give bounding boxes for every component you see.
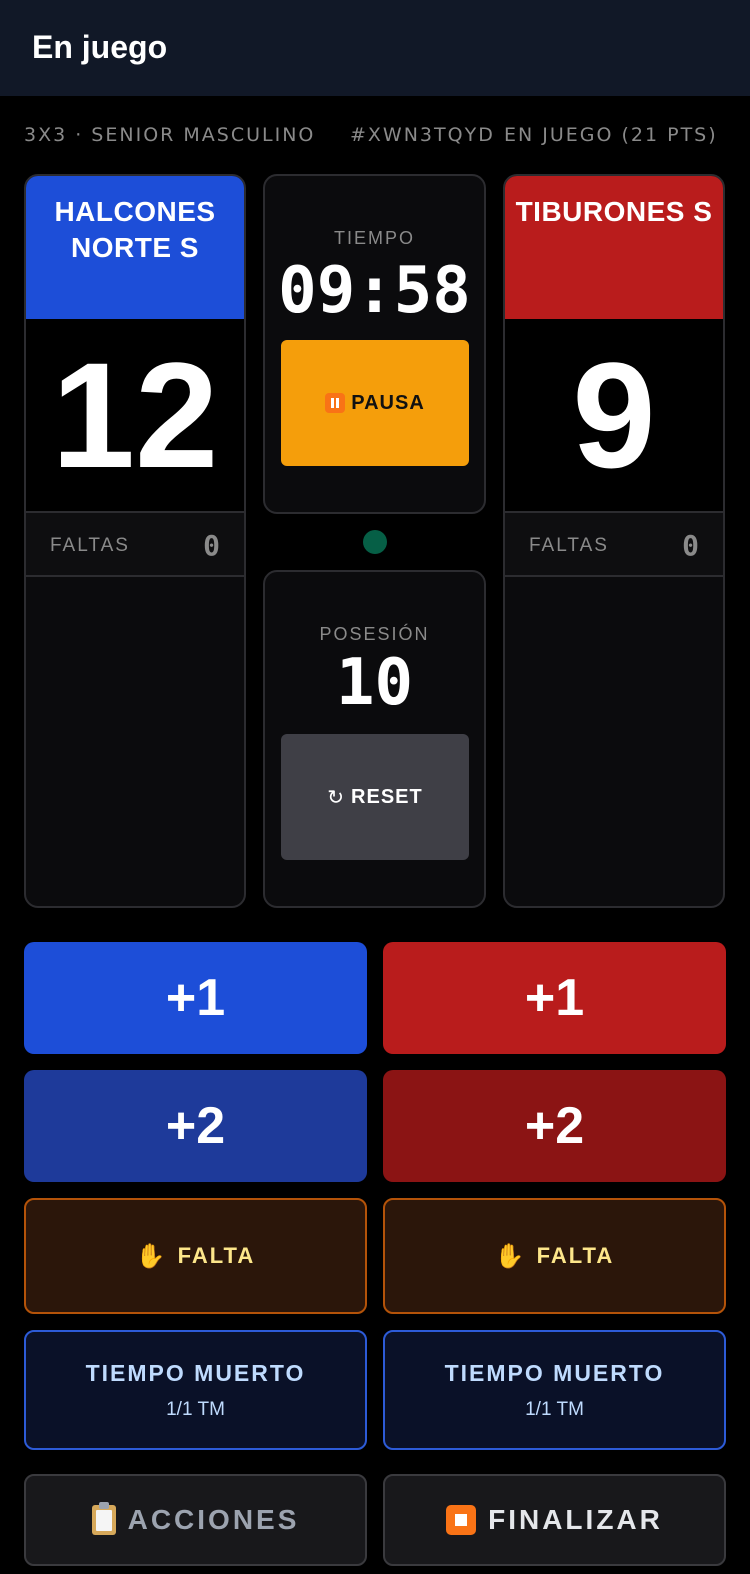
finalizar-button[interactable]: FINALIZAR (383, 1474, 726, 1566)
team-a-foul-button[interactable]: ✋ FALTA (24, 1198, 367, 1314)
possession-label: POSESIÓN (319, 624, 430, 644)
page-title: En juego (32, 29, 168, 65)
acciones-button[interactable]: ACCIONES (24, 1474, 367, 1566)
team-a-plus1-button[interactable]: +1 (24, 942, 367, 1054)
team-b-timeout-button[interactable]: TIEMPO MUERTO 1/1 TM (383, 1330, 726, 1450)
team-b-score: 9 (572, 331, 656, 499)
team-a-score: 12 (51, 331, 219, 499)
team-a-timeout-button[interactable]: TIEMPO MUERTO 1/1 TM (24, 1330, 367, 1450)
team-a-plus2-button[interactable]: +2 (24, 1070, 367, 1182)
clipboard-icon (91, 1502, 116, 1535)
game-status: EN JUEGO (21 PTS) (504, 124, 718, 146)
team-b-plus2-button[interactable]: +2 (383, 1070, 726, 1182)
team-b-fouls-label: FALTAS (529, 535, 609, 556)
timeout-count: 1/1 TM (525, 1398, 584, 1420)
foul-button-label: FALTA (177, 1243, 256, 1268)
team-b-card: TIBURONES S 9 FALTAS 0 (503, 174, 725, 908)
game-category: 3X3 · SENIOR MASCULINO (24, 124, 316, 146)
hand-icon: ✋ (135, 1242, 168, 1270)
reset-button-label: RESET (351, 785, 423, 808)
timeout-label: TIEMPO MUERTO (444, 1359, 665, 1386)
reset-button[interactable]: ↻ RESET (281, 734, 469, 860)
team-a-fouls-label: FALTAS (50, 535, 130, 556)
team-a-card: HALCONES NORTE S 12 FALTAS 0 (24, 174, 246, 908)
acciones-label: ACCIONES (127, 1504, 300, 1535)
team-a-fouls-count: 0 (203, 529, 220, 562)
reset-icon: ↻ (327, 785, 346, 809)
foul-button-label: FALTA (536, 1243, 615, 1268)
pause-icon (325, 393, 346, 413)
timeout-count: 1/1 TM (166, 1398, 225, 1420)
team-b-plus1-button[interactable]: +1 (383, 942, 726, 1054)
status-indicator-dot (363, 530, 387, 554)
team-b-fouls-count: 0 (682, 529, 699, 562)
finalizar-label: FINALIZAR (488, 1504, 663, 1535)
team-b-score-box: 9 (505, 319, 723, 511)
pause-button-label: PAUSA (351, 391, 425, 414)
team-b-foul-button[interactable]: ✋ FALTA (383, 1198, 726, 1314)
app-header: En juego (0, 0, 750, 96)
possession-card: POSESIÓN 10 ↻ RESET (263, 570, 486, 908)
hand-icon: ✋ (494, 1242, 527, 1270)
timer-value: 09:58 (278, 254, 471, 328)
team-a-fouls-row: FALTAS 0 (26, 511, 244, 577)
stop-icon (446, 1505, 477, 1535)
team-a-name: HALCONES NORTE S (26, 176, 244, 319)
team-b-name: TIBURONES S (505, 176, 723, 319)
possession-value: 10 (335, 646, 414, 720)
timeout-label: TIEMPO MUERTO (85, 1359, 306, 1386)
timer-label: TIEMPO (333, 228, 415, 248)
team-b-fouls-row: FALTAS 0 (505, 511, 723, 577)
team-a-score-box: 12 (26, 319, 244, 511)
game-code: #XWN3TQYD (350, 124, 495, 146)
timer-card: TIEMPO 09:58 PAUSA (263, 174, 486, 514)
pause-button[interactable]: PAUSA (281, 340, 469, 466)
